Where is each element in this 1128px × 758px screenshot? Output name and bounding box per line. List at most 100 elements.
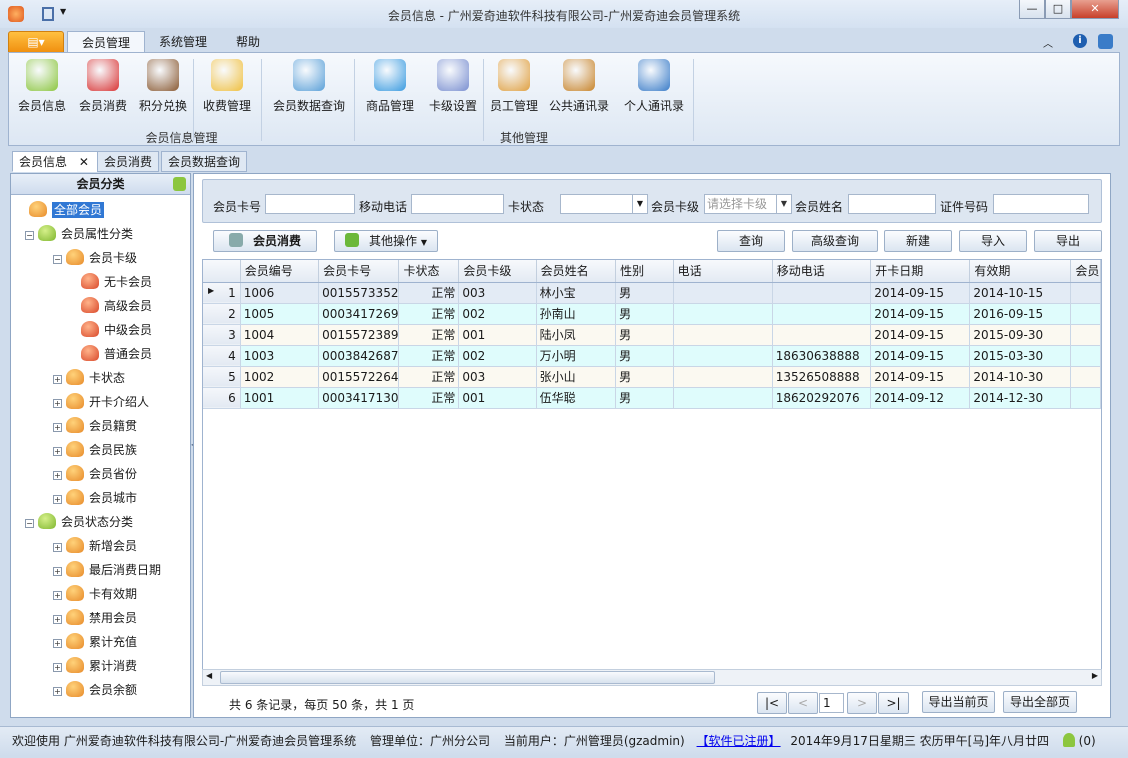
mobile-input[interactable] [411, 194, 504, 214]
name-input[interactable] [848, 194, 936, 214]
ribbon-button-search-document[interactable]: 会员数据查询 [265, 59, 353, 117]
info-icon[interactable]: i [1073, 34, 1087, 48]
ribbon-button-address-book[interactable]: 公共通讯录 [545, 59, 613, 117]
first-page-button[interactable]: |< [757, 692, 787, 714]
table-row[interactable]: 2 1005 0003417269 正常 002 孙南山男 2014-09-15 2016-0… [203, 303, 1101, 325]
tree-node[interactable]: − 会员卡级 [11, 248, 190, 268]
expand-icon[interactable]: + [53, 687, 62, 696]
other-actions-button[interactable]: 其他操作 ▼ [334, 230, 438, 252]
maximize-button[interactable]: □ [1045, 0, 1071, 19]
tree-node[interactable]: + 会员籍贯 [11, 416, 190, 436]
column-header[interactable]: 会员姓名 [536, 260, 617, 283]
id-no-input[interactable] [993, 194, 1089, 214]
card-no-input[interactable] [265, 194, 355, 214]
expand-icon[interactable]: + [53, 639, 62, 648]
row-header[interactable]: 6 [203, 387, 241, 409]
collapse-ribbon-icon[interactable]: ︿ [1043, 35, 1053, 50]
column-header[interactable]: 会员卡级 [458, 260, 537, 283]
tree-node[interactable]: 无卡会员 [11, 272, 190, 292]
app-menu-button[interactable]: ▤▾ [8, 31, 64, 53]
expand-icon[interactable]: + [53, 567, 62, 576]
next-page-button[interactable]: > [847, 692, 877, 714]
column-header[interactable]: 有效期 [969, 260, 1072, 283]
tree-node[interactable]: 普通会员 [11, 344, 190, 364]
scroll-left-icon[interactable]: ◀ [206, 671, 212, 680]
tree-node[interactable]: + 禁用会员 [11, 608, 190, 628]
tree-node[interactable]: 全部会员 [11, 200, 190, 220]
tree-node[interactable]: + 累计充值 [11, 632, 190, 652]
row-header[interactable]: ▶ 1 [203, 282, 241, 304]
expand-icon[interactable]: + [53, 591, 62, 600]
ribbon-button-coins[interactable]: 收费管理 [197, 59, 257, 117]
tree-node[interactable]: + 卡状态 [11, 368, 190, 388]
tree-node[interactable]: + 会员城市 [11, 488, 190, 508]
registered-link[interactable]: 【软件已注册】 [697, 734, 781, 748]
scroll-thumb[interactable] [220, 671, 715, 684]
doc-tab-consume[interactable]: 会员消费 [97, 151, 160, 172]
expand-icon[interactable]: + [53, 495, 62, 504]
ribbon-button-id-card[interactable]: 卡级设置 [425, 59, 481, 117]
scroll-right-icon[interactable]: ▶ [1092, 671, 1098, 680]
table-row[interactable]: 6 1001 0003417130 正常 001 伍华聪男 18620292076 2014-… [203, 387, 1101, 409]
last-page-button[interactable]: >| [878, 692, 909, 714]
export-button[interactable]: 导出 [1034, 230, 1102, 252]
column-header[interactable]: 卡状态 [398, 260, 460, 283]
column-header[interactable]: 开卡日期 [870, 260, 971, 283]
chevron-down-icon[interactable]: ▼ [776, 195, 791, 213]
horizontal-scrollbar[interactable]: ◀ ▶ [202, 669, 1102, 686]
ribbon-tab-help[interactable]: 帮助 [222, 31, 274, 53]
tree-node[interactable]: + 累计消费 [11, 656, 190, 676]
minimize-button[interactable]: — [1019, 0, 1045, 19]
new-button[interactable]: 新建 [884, 230, 952, 252]
export-current-page-button[interactable]: 导出当前页 [922, 691, 995, 713]
tree-node[interactable]: + 会员民族 [11, 440, 190, 460]
collapse-icon[interactable]: − [53, 255, 62, 264]
column-header[interactable]: 移动电话 [772, 260, 872, 283]
ribbon-button-members[interactable]: 会员信息 [11, 59, 73, 117]
tree-node[interactable]: + 卡有效期 [11, 584, 190, 604]
row-header[interactable]: 2 [203, 303, 241, 325]
online-users-icon[interactable] [1062, 733, 1075, 747]
collapse-icon[interactable]: − [25, 231, 34, 240]
refresh-category-icon[interactable] [173, 177, 186, 191]
import-button[interactable]: 导入 [959, 230, 1027, 252]
card-level-select[interactable]: 请选择卡级 ▼ [704, 194, 792, 214]
skin-icon[interactable] [1098, 34, 1113, 49]
column-header[interactable]: 会员 [1070, 260, 1101, 283]
close-button[interactable]: ✕ [1071, 0, 1119, 19]
column-header[interactable]: 会员卡号 [318, 260, 400, 283]
expand-icon[interactable]: + [53, 663, 62, 672]
expand-icon[interactable]: + [53, 423, 62, 432]
card-status-select[interactable]: ▼ [560, 194, 648, 214]
ribbon-tab-member[interactable]: 会员管理 [67, 31, 146, 53]
column-header[interactable]: 性别 [615, 260, 674, 283]
ribbon-button-employee[interactable]: 员工管理 [485, 59, 543, 117]
column-header[interactable]: 会员编号 [240, 260, 320, 283]
query-button[interactable]: 查询 [717, 230, 785, 252]
table-row[interactable]: 4 1003 0003842687 正常 002 万小明男 18630638888 2014-… [203, 345, 1101, 367]
tree-node[interactable]: + 最后消费日期 [11, 560, 190, 580]
expand-icon[interactable]: + [53, 615, 62, 624]
expand-icon[interactable]: + [53, 447, 62, 456]
tree-node[interactable]: − 会员状态分类 [11, 512, 190, 532]
ribbon-button-shapes[interactable]: 商品管理 [359, 59, 421, 117]
doc-tab-data-query[interactable]: 会员数据查询 [161, 151, 248, 172]
tree-node[interactable]: − 会员属性分类 [11, 224, 190, 244]
ribbon-button-personal-book[interactable]: 个人通讯录 [616, 59, 692, 117]
row-header[interactable]: 3 [203, 324, 241, 346]
doc-tab-member-info[interactable]: 会员信息 ✕ [12, 151, 98, 172]
expand-icon[interactable]: + [53, 375, 62, 384]
row-header[interactable]: 4 [203, 345, 241, 367]
ribbon-button-basket[interactable]: 会员消费 [73, 59, 133, 117]
ribbon-button-teddy-bear[interactable]: 积分兑换 [133, 59, 193, 117]
tree-node[interactable]: + 开卡介绍人 [11, 392, 190, 412]
table-row[interactable]: 5 1002 0015572264 正常 003 张小山男 13526508888 2014-… [203, 366, 1101, 388]
tree-node[interactable]: + 会员余额 [11, 680, 190, 700]
member-consume-button[interactable]: 会员消费 [213, 230, 317, 252]
tree-node[interactable]: + 会员省份 [11, 464, 190, 484]
tree-node[interactable]: 高级会员 [11, 296, 190, 316]
export-all-pages-button[interactable]: 导出全部页 [1003, 691, 1077, 713]
collapse-icon[interactable]: − [25, 519, 34, 528]
ribbon-tab-system[interactable]: 系统管理 [145, 31, 221, 53]
chevron-down-icon[interactable]: ▼ [632, 195, 647, 213]
